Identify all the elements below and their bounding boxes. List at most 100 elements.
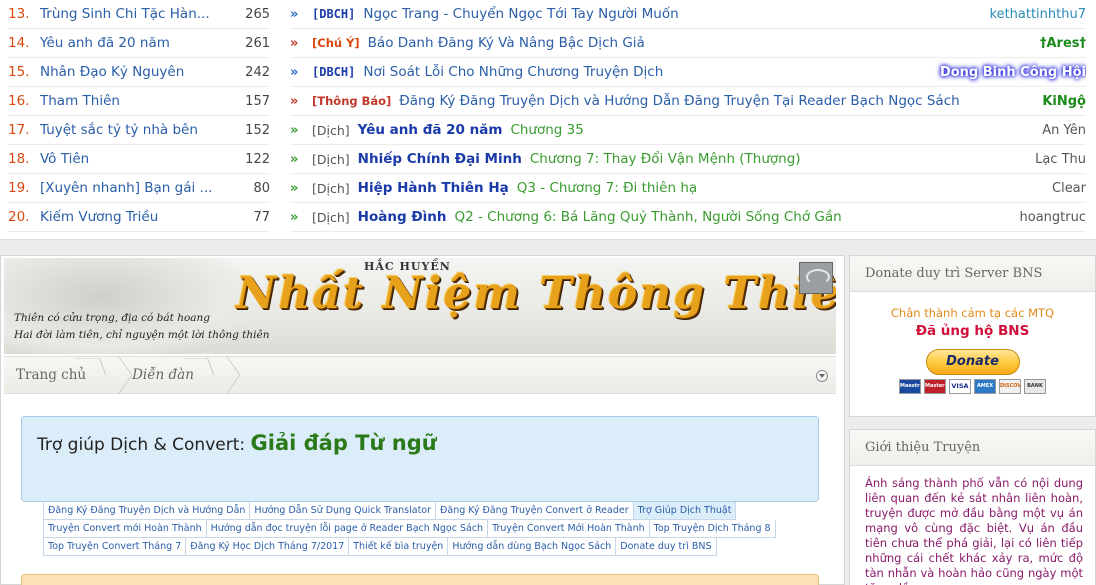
- ranking-row[interactable]: 20. Kiếm Vương Triều 77: [8, 203, 270, 232]
- visa-card-icon: VISA: [949, 379, 971, 394]
- thread-title-link[interactable]: Q3 - Chương 7: Đi thiên hạ: [517, 180, 1042, 196]
- breadcrumb: Trang chủ Diễn đàn: [4, 356, 836, 394]
- ranking-row[interactable]: 16. Tham Thiên 157: [8, 87, 270, 116]
- banner-title: Nhất Niệm Thông Thiên: [236, 268, 836, 319]
- quick-link[interactable]: Truyện Convert Mới Hoàn Thành: [488, 520, 650, 538]
- recent-threads-list: » [DBCH] Ngọc Trang - Chuyển Ngọc Tới Ta…: [290, 0, 1086, 232]
- thread-author[interactable]: kethattinhthu7: [980, 7, 1087, 22]
- thread-row[interactable]: » [Dịch] Hiệp Hành Thiên Hạ Q3 - Chương …: [290, 174, 1086, 203]
- ranking-row[interactable]: 15. Nhân Đạo Kỷ Nguyên 242: [8, 58, 270, 87]
- page-title-main: Giải đáp Từ ngữ: [250, 431, 437, 455]
- thread-author[interactable]: †Ares†: [1030, 36, 1086, 51]
- rank-count: 265: [245, 6, 270, 22]
- rank-number: 17.: [8, 122, 30, 138]
- thread-author[interactable]: Dong Binh Công Hội: [930, 65, 1086, 80]
- rank-title-link[interactable]: Nhân Đạo Kỷ Nguyên: [40, 64, 236, 80]
- quick-link-active[interactable]: Trợ Giúp Dịch Thuật: [633, 502, 737, 520]
- thread-prefix: [Thông Báo]: [312, 94, 392, 108]
- bank-icon: BANK: [1024, 379, 1046, 394]
- ranking-row[interactable]: 14. Yêu anh đã 20 năm 261: [8, 29, 270, 58]
- donate-header: Donate duy trì Server BNS: [850, 256, 1095, 292]
- rank-title-link[interactable]: Trùng Sinh Chi Tặc Hàn...: [40, 6, 236, 22]
- thread-title-link[interactable]: Báo Danh Đăng Ký Và Nâng Bậc Dịch Giả: [368, 35, 1030, 51]
- quick-link[interactable]: Hướng dẫn dùng Bạch Ngọc Sách: [448, 538, 617, 556]
- thread-novel-name[interactable]: Hoàng Đình: [358, 209, 447, 225]
- rank-title-link[interactable]: Vô Tiên: [40, 151, 236, 167]
- rank-count: 152: [245, 122, 270, 138]
- double-arrow-icon: »: [290, 180, 299, 196]
- quick-links-row: Truyện Convert mới Hoàn Thành Hướng dẫn …: [43, 520, 776, 538]
- thread-title-link[interactable]: Ngọc Trang - Chuyển Ngọc Tới Tay Người M…: [363, 6, 979, 22]
- ranking-row[interactable]: 13. Trùng Sinh Chi Tặc Hàn... 265: [8, 0, 270, 29]
- double-arrow-icon: »: [290, 64, 299, 80]
- thread-row[interactable]: » [Thông Báo] Đăng Ký Đăng Truyện Dịch v…: [290, 87, 1086, 116]
- ranking-row[interactable]: 19. [Xuyên nhanh] Bạn gái ... 80: [8, 174, 270, 203]
- rank-count: 261: [245, 35, 270, 51]
- quick-link[interactable]: Top Truyện Convert Tháng 7: [43, 538, 187, 556]
- thread-row[interactable]: » [DBCH] Nơi Soát Lỗi Cho Những Chương T…: [290, 58, 1086, 87]
- rank-number: 16.: [8, 93, 30, 109]
- rank-count: 80: [253, 180, 270, 196]
- double-arrow-icon: »: [290, 6, 299, 22]
- quick-link[interactable]: Hướng dẫn đọc truyện lỗi page ở Reader B…: [206, 520, 489, 538]
- main-content: HẮC HUYỀN Nhất Niệm Thông Thiên Thiên có…: [0, 255, 845, 585]
- quick-links-row: Đăng Ký Đăng Truyện Dịch và Hướng Dẫn Hư…: [43, 502, 743, 520]
- quick-link[interactable]: Truyện Convert mới Hoàn Thành: [43, 520, 207, 538]
- thread-row[interactable]: » [Dịch] Hoàng Đình Q2 - Chương 6: Bá Lă…: [290, 203, 1086, 232]
- rank-title-link[interactable]: Tham Thiên: [40, 93, 236, 109]
- discover-card-icon: DISCOVER: [999, 379, 1021, 394]
- payment-cards: Maestro MasterCard VISA AMEX DISCOVER BA…: [850, 379, 1095, 394]
- quick-link[interactable]: Đăng Ký Học Dịch Tháng 7/2017: [186, 538, 350, 556]
- thread-prefix: [Dịch]: [312, 180, 350, 196]
- quick-link[interactable]: Top Truyện Dịch Tháng 8: [649, 520, 776, 538]
- thread-title-link[interactable]: Q2 - Chương 6: Bá Lăng Quỷ Thành, Người …: [454, 209, 1009, 225]
- top-panel: 13. Trùng Sinh Chi Tặc Hàn... 265 14. Yêu a…: [0, 0, 1096, 240]
- thread-author[interactable]: Clear: [1042, 181, 1086, 196]
- double-arrow-icon: »: [290, 122, 299, 138]
- thread-row[interactable]: » [Chú Ý] Báo Danh Đăng Ký Và Nâng Bậc D…: [290, 29, 1086, 58]
- thread-title-link[interactable]: Chương 7: Thay Đổi Vận Mệnh (Thượng): [530, 151, 1025, 167]
- thread-prefix: [DBCH]: [312, 65, 356, 79]
- rank-title-link[interactable]: Tuyệt sắc tỷ tỷ nhà bên: [40, 122, 236, 138]
- site-logo-icon[interactable]: [799, 262, 833, 294]
- quick-link[interactable]: Donate duy trì BNS: [616, 538, 717, 556]
- donate-button[interactable]: Donate: [925, 349, 1020, 375]
- thread-row[interactable]: » [DBCH] Ngọc Trang - Chuyển Ngọc Tới Ta…: [290, 0, 1086, 29]
- rank-count: 122: [245, 151, 270, 167]
- thread-title-link[interactable]: Đăng Ký Đăng Truyện Dịch và Hướng Dẫn Đă…: [399, 93, 1032, 109]
- banner-poem: Thiên có cửu trọng, địa có bát hoang Hai…: [14, 310, 269, 344]
- thread-row[interactable]: » [Dịch] Nhiếp Chính Đại Minh Chương 7: …: [290, 145, 1086, 174]
- thread-row[interactable]: » [Dịch] Yêu anh đã 20 năm Chương 35 An …: [290, 116, 1086, 145]
- double-arrow-icon: »: [290, 93, 299, 109]
- thread-novel-name[interactable]: Yêu anh đã 20 năm: [358, 122, 503, 138]
- rank-title-link[interactable]: [Xuyên nhanh] Bạn gái ...: [40, 180, 236, 196]
- rank-title-link[interactable]: Yêu anh đã 20 năm: [40, 35, 236, 51]
- thread-prefix: [DBCH]: [312, 7, 356, 21]
- quick-link[interactable]: Đăng Ký Đăng Truyện Convert ở Reader: [436, 502, 634, 520]
- thread-author[interactable]: KiNgộ: [1032, 94, 1086, 109]
- rank-number: 18.: [8, 151, 30, 167]
- thread-author[interactable]: Lạc Thu: [1025, 152, 1086, 167]
- rank-count: 242: [245, 64, 270, 80]
- novel-intro-widget: Giới thiệu Truyện Ánh sáng thành phố vẫn…: [849, 429, 1096, 585]
- thread-title-link[interactable]: Chương 35: [510, 122, 1032, 138]
- breadcrumb-forum[interactable]: Diễn đàn: [120, 356, 216, 394]
- thread-author[interactable]: An Yên: [1032, 123, 1086, 138]
- quick-link[interactable]: Hướng Dẫn Sử Dụng Quick Translator: [250, 502, 437, 520]
- breadcrumb-home[interactable]: Trang chủ: [4, 356, 108, 394]
- quick-link[interactable]: Đăng Ký Đăng Truyện Dịch và Hướng Dẫn: [43, 502, 251, 520]
- thread-novel-name[interactable]: Nhiếp Chính Đại Minh: [358, 151, 522, 167]
- rank-count: 77: [253, 209, 270, 225]
- thread-title-link[interactable]: Nơi Soát Lỗi Cho Những Chương Truyện Dịc…: [363, 64, 930, 80]
- thread-novel-name[interactable]: Hiệp Hành Thiên Hạ: [358, 180, 509, 196]
- ranking-row[interactable]: 18. Vô Tiên 122: [8, 145, 270, 174]
- thread-prefix: [Dịch]: [312, 209, 350, 225]
- ranking-row[interactable]: 17. Tuyệt sắc tỷ tỷ nhà bên 152: [8, 116, 270, 145]
- thread-author[interactable]: hoangtruc: [1010, 210, 1086, 225]
- page-title-box: Trợ giúp Dịch & Convert: Giải đáp Từ ngữ: [21, 416, 819, 502]
- donate-supported-link[interactable]: Đã ủng hộ BNS: [850, 323, 1095, 339]
- novel-banner[interactable]: HẮC HUYỀN Nhất Niệm Thông Thiên Thiên có…: [4, 258, 836, 354]
- quick-link[interactable]: Thiết kế bìa truyện: [349, 538, 449, 556]
- jump-menu-chevron-icon[interactable]: [816, 370, 828, 382]
- rank-title-link[interactable]: Kiếm Vương Triều: [40, 209, 236, 225]
